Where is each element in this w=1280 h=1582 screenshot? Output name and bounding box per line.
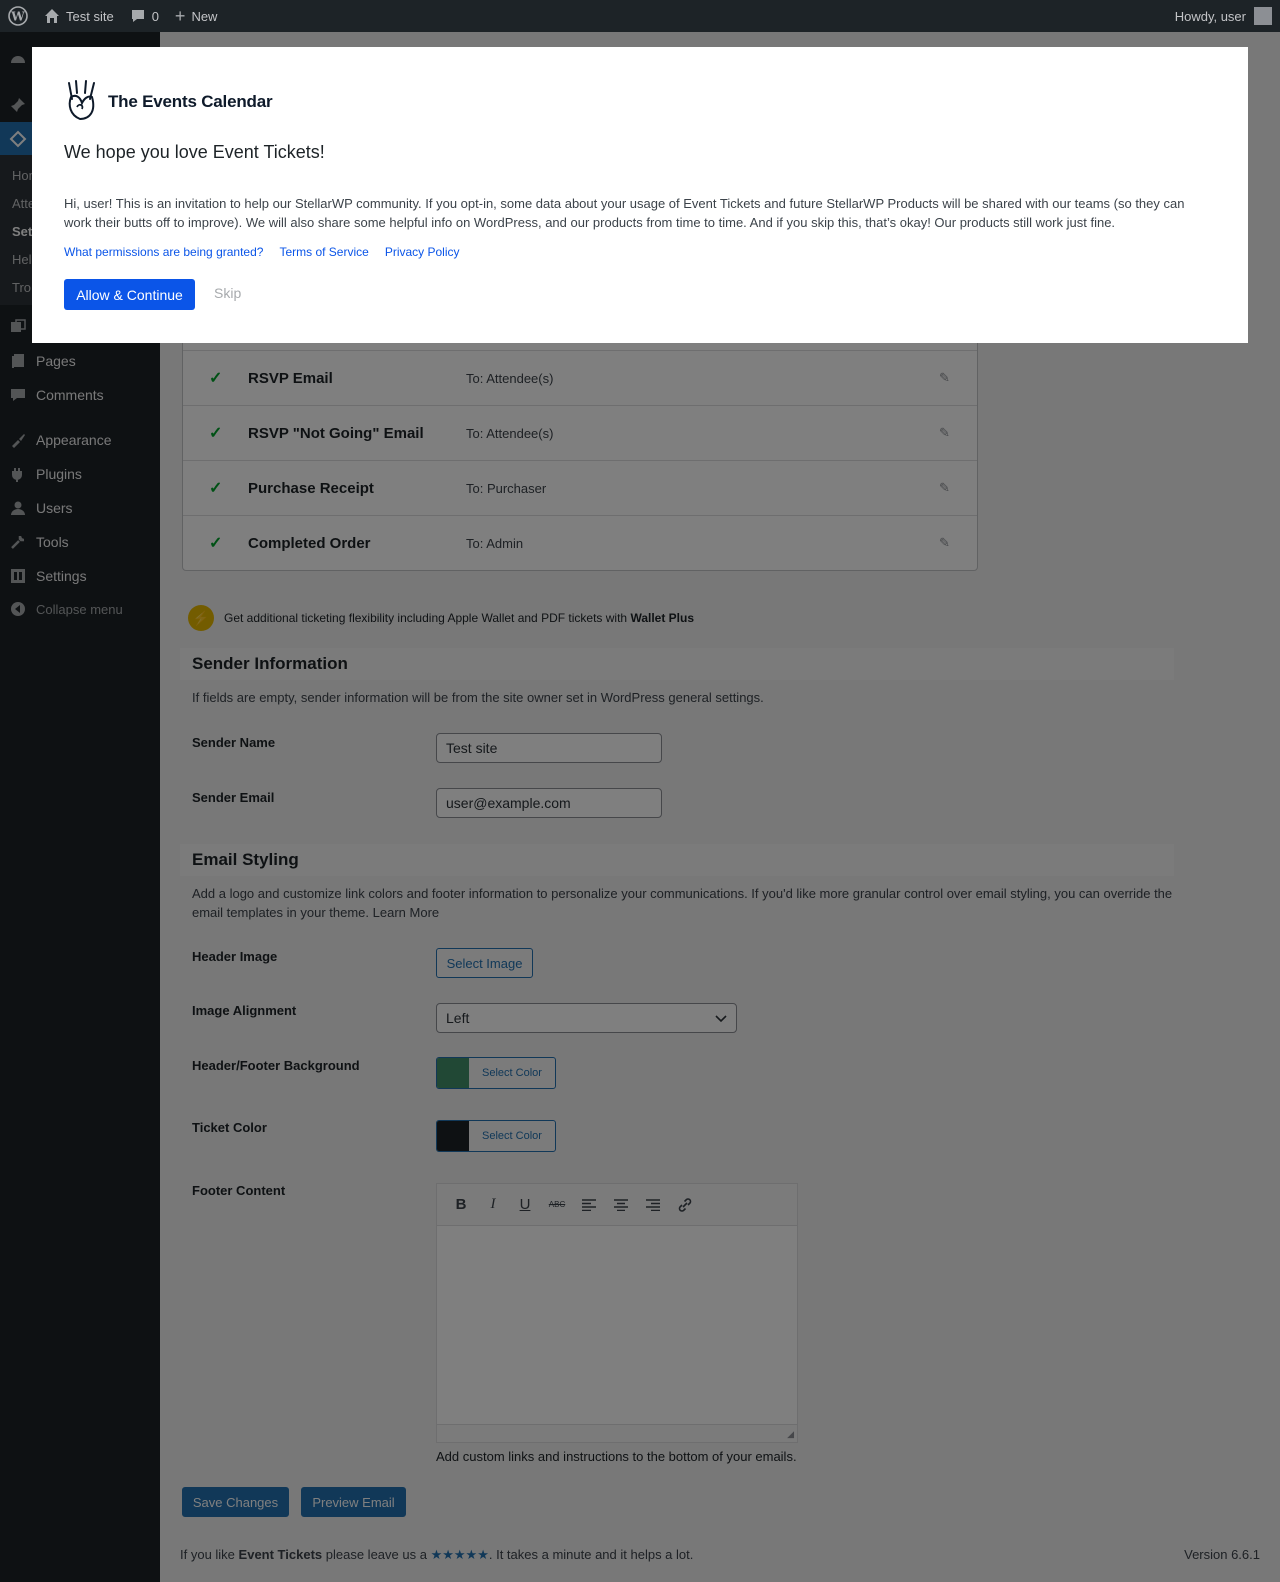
modal-description: Hi, user! This is an invitation to help … [64,196,1185,230]
avatar [1254,7,1272,25]
allow-continue-button[interactable]: Allow & Continue [64,279,195,310]
comments-link[interactable]: 0 [122,0,167,32]
site-name: Test site [66,8,114,24]
modal-title: We hope you love Event Tickets! [64,142,325,162]
site-name-link[interactable]: Test site [36,0,122,32]
new-content-link[interactable]: + New [167,0,226,32]
my-account-link[interactable]: Howdy, user [1167,0,1280,32]
comments-count: 0 [151,8,159,24]
howdy-text: Howdy, user [1174,8,1246,24]
comment-icon [130,8,146,24]
svg-text:W: W [10,10,25,24]
permissions-link[interactable]: What permissions are being granted? [64,245,263,259]
skip-button[interactable]: Skip [214,285,241,301]
plus-icon: + [174,5,186,26]
brand: The Events Calendar [64,79,273,124]
modal-links: What permissions are being granted? Term… [64,245,460,259]
terms-of-service-link[interactable]: Terms of Service [279,245,368,259]
home-icon [44,8,60,24]
rock-hand-logo-icon [64,79,100,124]
new-label: New [191,8,218,24]
opt-in-modal: The Events Calendar We hope you love Eve… [32,47,1248,343]
privacy-policy-link[interactable]: Privacy Policy [385,245,460,259]
admin-bar: W Test site 0 + New Howdy, user [0,0,1280,32]
wordpress-logo-icon[interactable]: W [0,0,36,32]
brand-name: The Events Calendar [108,91,273,111]
